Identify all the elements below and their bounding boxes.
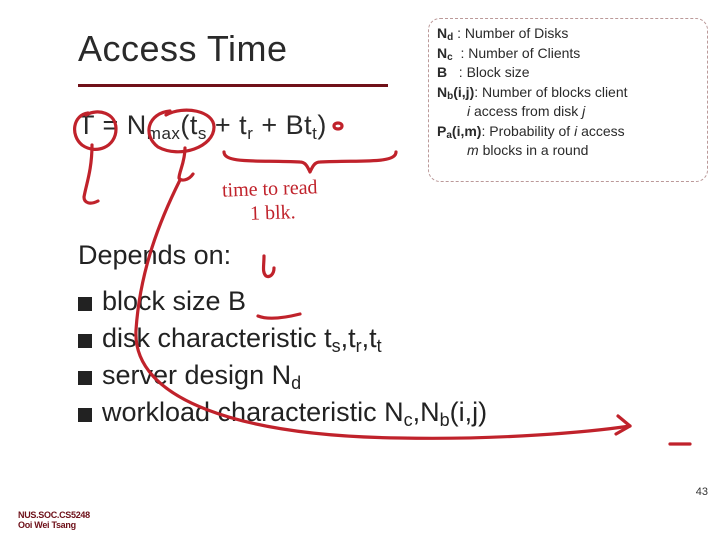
legend-pa: Pa(i,m): Probability of i access	[437, 123, 699, 141]
equation: T = Nmax(ts + tr + Btt)	[78, 110, 327, 141]
legend-nb-cont: i access from disk j	[437, 103, 699, 121]
bullet-icon	[78, 408, 92, 422]
legend-pa-cont: m blocks in a round	[437, 142, 699, 160]
footer-author: Ooi Wei Tsang	[18, 521, 90, 531]
bullet-block-size: block size B	[78, 286, 487, 317]
ink-dash-tail	[668, 438, 698, 450]
bullet-icon	[78, 334, 92, 348]
legend-b: B : Block size	[437, 64, 699, 82]
ink-brace	[220, 148, 400, 178]
ink-hook-t	[80, 145, 120, 215]
handwriting-line1: time to read	[222, 176, 318, 202]
bullet-icon	[78, 297, 92, 311]
page-title: Access Time	[78, 28, 288, 70]
legend-box: Nd : Number of Disks Nc : Number of Clie…	[428, 18, 708, 182]
ink-hook-nmax	[175, 148, 215, 188]
bullet-server-design: server design Nd	[78, 360, 487, 391]
depends-label: Depends on:	[78, 240, 231, 271]
legend-nd: Nd : Number of Disks	[437, 25, 699, 43]
slide-root: Access Time Nd : Number of Disks Nc : Nu…	[0, 0, 720, 540]
handwriting-line2: 1 blk.	[250, 201, 296, 226]
title-underline	[78, 84, 388, 87]
bullet-workload: workload characteristic Nc,Nb(i,j)	[78, 397, 487, 428]
bullet-disk-char: disk characteristic ts,tr,tt	[78, 323, 487, 354]
bullet-list: block size B disk characteristic ts,tr,t…	[78, 280, 487, 434]
page-number: 43	[696, 486, 708, 498]
legend-nb: Nb(i,j): Number of blocks client	[437, 84, 699, 102]
ink-dot	[330, 118, 348, 136]
footer: NUS.SOC.CS5248 Ooi Wei Tsang	[18, 511, 90, 531]
bullet-icon	[78, 371, 92, 385]
ink-hook-depends	[260, 254, 280, 280]
legend-nc: Nc : Number of Clients	[437, 45, 699, 63]
